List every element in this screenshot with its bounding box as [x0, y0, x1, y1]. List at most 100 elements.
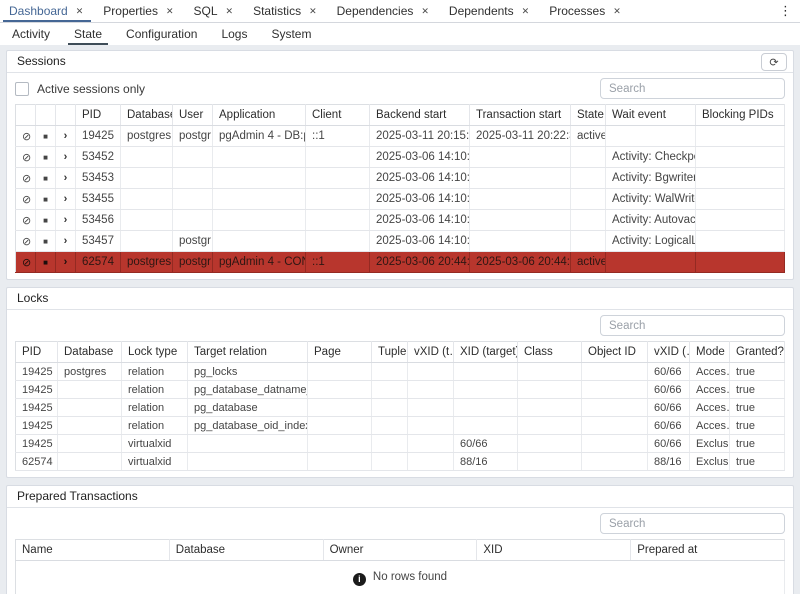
tab-sql[interactable]: SQL ✕ — [185, 0, 245, 22]
subtab-activity[interactable]: Activity — [0, 23, 62, 45]
column-header[interactable]: Lock type — [122, 342, 188, 363]
stop-icon[interactable]: ■ — [36, 252, 56, 273]
close-icon[interactable]: ✕ — [75, 6, 85, 17]
cell-application — [213, 210, 306, 231]
table-row[interactable]: 19425relationpg_database60/66Acces…true — [16, 399, 785, 417]
cell-page — [308, 399, 372, 417]
column-header[interactable]: Object ID — [582, 342, 648, 363]
expand-chevron-icon[interactable]: › — [56, 252, 76, 273]
prepared-search-input[interactable] — [600, 513, 785, 534]
cancel-icon[interactable]: ⊘ — [16, 147, 36, 168]
cell-lock_type: relation — [122, 363, 188, 381]
expand-chevron-icon[interactable]: › — [56, 189, 76, 210]
cancel-icon[interactable]: ⊘ — [16, 189, 36, 210]
column-header[interactable]: Owner — [323, 540, 477, 561]
column-header[interactable]: Blocking PIDs — [696, 105, 785, 126]
tab-dependencies[interactable]: Dependencies ✕ — [328, 0, 440, 22]
refresh-button[interactable]: ⟳ — [761, 53, 787, 71]
tab-processes[interactable]: Processes ✕ — [540, 0, 632, 22]
subtab-system[interactable]: System — [259, 23, 323, 45]
column-header[interactable]: Client — [306, 105, 370, 126]
tab-dependents[interactable]: Dependents ✕ — [440, 0, 540, 22]
table-row[interactable]: 62574virtualxid88/1688/16Exclusi…true — [16, 453, 785, 471]
subtab-logs[interactable]: Logs — [209, 23, 259, 45]
close-icon[interactable]: ✕ — [225, 6, 235, 17]
close-icon[interactable]: ✕ — [521, 6, 531, 17]
cell-blocking_pids — [696, 126, 785, 147]
table-row[interactable]: 19425virtualxid60/6660/66Exclusi…true — [16, 435, 785, 453]
cell-granted: true — [730, 435, 785, 453]
cancel-icon[interactable]: ⊘ — [16, 231, 36, 252]
column-header[interactable]: PID — [16, 342, 58, 363]
cancel-icon[interactable]: ⊘ — [16, 168, 36, 189]
table-row[interactable]: ⊘■›534522025-03-06 14:10:11 …Activity: C… — [16, 147, 785, 168]
expand-chevron-icon[interactable]: › — [56, 168, 76, 189]
close-icon[interactable]: ✕ — [420, 6, 430, 17]
subtab-state[interactable]: State — [62, 23, 114, 45]
column-header[interactable]: Class — [518, 342, 582, 363]
cancel-icon[interactable]: ⊘ — [16, 126, 36, 147]
table-row[interactable]: 19425relationpg_database_oid_index60/66A… — [16, 417, 785, 435]
table-row[interactable]: 19425postgresrelationpg_locks60/66Acces…… — [16, 363, 785, 381]
tab-properties[interactable]: Properties ✕ — [94, 0, 184, 22]
table-row[interactable]: ⊘■›534562025-03-06 14:10:11 …Activity: A… — [16, 210, 785, 231]
stop-icon[interactable]: ■ — [36, 189, 56, 210]
table-row[interactable]: 19425relationpg_database_datname_ind…60/… — [16, 381, 785, 399]
tab-dashboard[interactable]: Dashboard ✕ — [0, 0, 94, 22]
column-header[interactable]: Page — [308, 342, 372, 363]
cell-backend_start: 2025-03-06 14:10:11 … — [370, 231, 470, 252]
stop-icon[interactable]: ■ — [36, 231, 56, 252]
expand-chevron-icon[interactable]: › — [56, 231, 76, 252]
kebab-menu-icon[interactable]: ⋮ — [771, 0, 800, 22]
table-row[interactable]: ⊘■›53457postgr…2025-03-06 14:10:11 …Acti… — [16, 231, 785, 252]
column-header[interactable]: Wait event — [606, 105, 696, 126]
table-row[interactable]: ⊘■›19425postgrespostgr…pgAdmin 4 - DB:po… — [16, 126, 785, 147]
column-header[interactable]: Application — [213, 105, 306, 126]
expand-chevron-icon[interactable]: › — [56, 147, 76, 168]
column-header[interactable]: Prepared at — [631, 540, 785, 561]
cancel-icon[interactable]: ⊘ — [16, 252, 36, 273]
column-header[interactable]: PID — [76, 105, 121, 126]
column-header[interactable]: vXID (… — [648, 342, 690, 363]
cell-state — [571, 147, 606, 168]
cancel-icon[interactable]: ⊘ — [16, 210, 36, 231]
column-header[interactable]: Transaction start — [470, 105, 571, 126]
column-header[interactable]: Database — [121, 105, 173, 126]
stop-icon[interactable]: ■ — [36, 210, 56, 231]
column-header[interactable]: User — [173, 105, 213, 126]
stop-icon[interactable]: ■ — [36, 147, 56, 168]
active-sessions-checkbox[interactable] — [15, 82, 29, 96]
column-header[interactable]: XID (target) — [454, 342, 518, 363]
sessions-search-input[interactable] — [600, 78, 785, 99]
table-row[interactable]: ⊘■›62574postgrespostgr…pgAdmin 4 - CONN:… — [16, 252, 785, 273]
stop-icon[interactable]: ■ — [36, 168, 56, 189]
expand-chevron-icon[interactable]: › — [56, 210, 76, 231]
table-row[interactable]: ⊘■›534552025-03-06 14:10:11 …Activity: W… — [16, 189, 785, 210]
column-header[interactable]: State — [571, 105, 606, 126]
table-row[interactable]: ⊘■›534532025-03-06 14:10:11 …Activity: B… — [16, 168, 785, 189]
locks-search-input[interactable] — [600, 315, 785, 336]
column-header[interactable]: vXID (t… — [408, 342, 454, 363]
cell-wait_event — [606, 252, 696, 273]
tab-statistics[interactable]: Statistics ✕ — [244, 0, 328, 22]
column-header[interactable]: Database — [58, 342, 122, 363]
subtab-configuration[interactable]: Configuration — [114, 23, 209, 45]
column-header[interactable]: Name — [16, 540, 170, 561]
column-header[interactable]: Mode — [690, 342, 730, 363]
column-header[interactable]: Database — [169, 540, 323, 561]
close-icon[interactable]: ✕ — [612, 6, 622, 17]
cell-user — [173, 189, 213, 210]
column-header[interactable]: XID — [477, 540, 631, 561]
empty-state-message: No rows found — [373, 571, 447, 583]
column-header[interactable]: Tuple — [372, 342, 408, 363]
cell-database: postgres — [121, 126, 173, 147]
column-header[interactable]: Target relation — [188, 342, 308, 363]
tab-label: Properties — [103, 4, 158, 18]
column-header[interactable]: Backend start — [370, 105, 470, 126]
expand-chevron-icon[interactable]: › — [56, 126, 76, 147]
cell-target: pg_locks — [188, 363, 308, 381]
column-header[interactable]: Granted? — [730, 342, 785, 363]
close-icon[interactable]: ✕ — [165, 6, 175, 17]
close-icon[interactable]: ✕ — [308, 6, 318, 17]
stop-icon[interactable]: ■ — [36, 126, 56, 147]
